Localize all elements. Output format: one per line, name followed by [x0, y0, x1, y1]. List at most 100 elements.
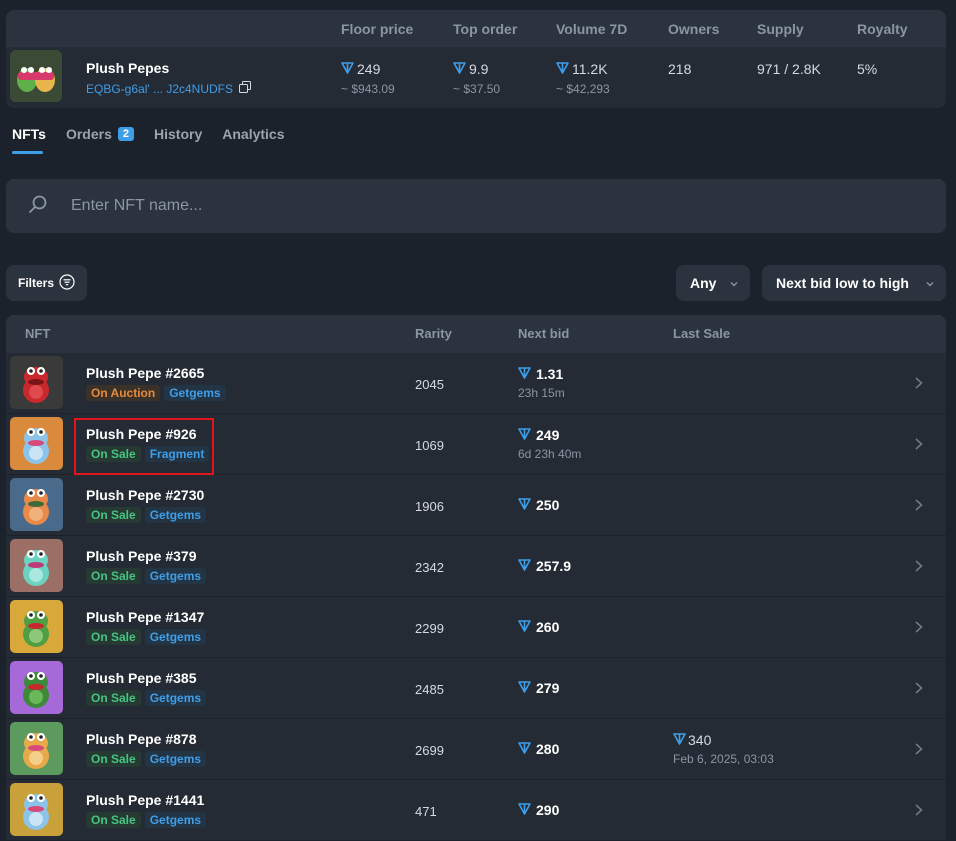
- nft-tags: On Sale Getgems: [86, 751, 207, 767]
- table-row[interactable]: Plush Pepe #926 On Sale Fragment 1069 24…: [6, 414, 946, 475]
- rarity-value: 471: [415, 804, 437, 819]
- rarity-value: 2342: [415, 560, 444, 575]
- table-row[interactable]: Plush Pepe #1441 On Sale Getgems 471 290: [6, 780, 946, 841]
- table-row[interactable]: Plush Pepe #2730 On Sale Getgems 1906 25…: [6, 475, 946, 536]
- next-bid: 290: [518, 802, 559, 818]
- nft-name[interactable]: Plush Pepe #379: [86, 548, 197, 564]
- rarity-value: 1906: [415, 499, 444, 514]
- collection-header: Floor price Top order Volume 7D Owners S…: [6, 10, 946, 108]
- table-row[interactable]: Plush Pepe #379 On Sale Getgems 2342 257…: [6, 536, 946, 597]
- floor-price-stat: 249 ~ $943.09: [341, 61, 395, 96]
- nft-thumbnail: [10, 478, 63, 531]
- nft-name[interactable]: Plush Pepe #926: [86, 426, 197, 442]
- nft-name[interactable]: Plush Pepe #2665: [86, 365, 204, 381]
- ton-icon: [518, 427, 531, 443]
- nft-name[interactable]: Plush Pepe #1441: [86, 792, 204, 808]
- rarity-value: 2699: [415, 743, 444, 758]
- status-badge: On Sale: [86, 629, 141, 645]
- collection-name[interactable]: Plush Pepes: [86, 60, 169, 76]
- plush-pepe-image: [10, 417, 63, 470]
- marketplace-badge: Getgems: [144, 507, 207, 523]
- nft-tags: On Sale Getgems: [86, 568, 207, 584]
- col-next-bid: Next bid: [518, 326, 570, 341]
- last-sale-date: Feb 6, 2025, 03:03: [673, 752, 774, 766]
- plush-pepe-image: [10, 600, 63, 653]
- address-text: EQBG-g6al' ... J2c4NUDFS: [86, 81, 233, 96]
- ton-icon: [518, 366, 531, 382]
- top-order-stat: 9.9 ~ $37.50: [453, 61, 501, 96]
- chevron-right-icon[interactable]: [914, 376, 924, 395]
- orders-count-badge: 2: [117, 127, 135, 141]
- nft-thumbnail: [10, 722, 63, 775]
- nft-name[interactable]: Plush Pepe #385: [86, 670, 197, 686]
- chevron-right-icon[interactable]: [914, 803, 924, 822]
- nft-table: NFT Rarity Next bid Last Sale Plush Pepe…: [6, 315, 946, 841]
- tab-nfts[interactable]: NFTs: [12, 126, 46, 154]
- next-bid: 1.31: [518, 366, 563, 382]
- sort-dropdown[interactable]: Next bid low to high: [762, 265, 946, 301]
- chevron-right-icon[interactable]: [914, 620, 924, 639]
- chevron-right-icon[interactable]: [914, 437, 924, 456]
- nft-thumbnail: [10, 661, 63, 714]
- status-badge: On Sale: [86, 568, 141, 584]
- marketplace-badge: Getgems: [164, 385, 226, 401]
- floor-price-label: Floor price: [341, 21, 414, 37]
- nft-name[interactable]: Plush Pepe #2730: [86, 487, 204, 503]
- col-rarity: Rarity: [415, 326, 452, 341]
- volume-stat: 11.2K ~ $42,293: [556, 61, 610, 96]
- search-icon: [28, 194, 68, 219]
- stats-header-bar: Floor price Top order Volume 7D Owners S…: [6, 10, 946, 47]
- table-row[interactable]: Plush Pepe #1347 On Sale Getgems 2299 26…: [6, 597, 946, 658]
- status-badge: On Sale: [86, 690, 141, 706]
- copy-icon[interactable]: [239, 81, 251, 96]
- chevron-right-icon[interactable]: [914, 498, 924, 517]
- table-header: NFT Rarity Next bid Last Sale: [6, 315, 946, 353]
- marketplace-badge: Getgems: [144, 812, 207, 828]
- next-bid: 250: [518, 497, 559, 513]
- table-row[interactable]: Plush Pepe #385 On Sale Getgems 2485 279: [6, 658, 946, 719]
- search-bar[interactable]: [6, 179, 946, 233]
- collection-avatar[interactable]: [10, 50, 62, 102]
- tab-orders[interactable]: Orders 2: [66, 126, 135, 154]
- chevron-down-icon: [924, 277, 936, 293]
- rarity-value: 2045: [415, 377, 444, 392]
- chevron-right-icon[interactable]: [914, 681, 924, 700]
- search-input[interactable]: [71, 197, 871, 215]
- ton-icon: [556, 61, 569, 77]
- rarity-value: 2299: [415, 621, 444, 636]
- status-dropdown[interactable]: Any: [676, 265, 750, 301]
- status-badge: On Sale: [86, 446, 141, 462]
- col-nft: NFT: [25, 326, 51, 341]
- nft-tags: On Sale Getgems: [86, 690, 207, 706]
- owners-label: Owners: [668, 21, 720, 37]
- nft-thumbnail: [10, 417, 63, 470]
- nft-name[interactable]: Plush Pepe #1347: [86, 609, 204, 625]
- ton-icon: [341, 61, 354, 77]
- table-row[interactable]: Plush Pepe #2665 On Auction Getgems 2045…: [6, 353, 946, 414]
- chevron-right-icon[interactable]: [914, 559, 924, 578]
- marketplace-badge: Getgems: [144, 568, 207, 584]
- filters-button[interactable]: Filters: [6, 265, 87, 301]
- tab-bar: NFTs Orders 2 History Analytics: [12, 126, 285, 154]
- supply-label: Supply: [757, 21, 804, 37]
- ton-icon: [673, 732, 686, 748]
- nft-name[interactable]: Plush Pepe #878: [86, 731, 197, 747]
- table-row[interactable]: Plush Pepe #878 On Sale Getgems 2699 280…: [6, 719, 946, 780]
- nft-thumbnail: [10, 600, 63, 653]
- plush-pepe-image: [10, 661, 63, 714]
- marketplace-badge: Getgems: [144, 751, 207, 767]
- nft-thumbnail: [10, 539, 63, 592]
- chevron-right-icon[interactable]: [914, 742, 924, 761]
- volume-label: Volume 7D: [556, 21, 628, 37]
- filter-icon: [59, 273, 75, 293]
- plush-pepe-image: [10, 539, 63, 592]
- collection-address[interactable]: EQBG-g6al' ... J2c4NUDFS: [86, 81, 251, 96]
- nft-tags: On Sale Getgems: [86, 507, 207, 523]
- col-last-sale: Last Sale: [673, 326, 731, 341]
- tab-history[interactable]: History: [154, 126, 202, 154]
- status-badge: On Sale: [86, 751, 141, 767]
- next-bid: 260: [518, 619, 559, 635]
- supply-stat: 971 / 2.8K: [757, 61, 821, 77]
- next-bid: 279: [518, 680, 559, 696]
- tab-analytics[interactable]: Analytics: [222, 126, 284, 154]
